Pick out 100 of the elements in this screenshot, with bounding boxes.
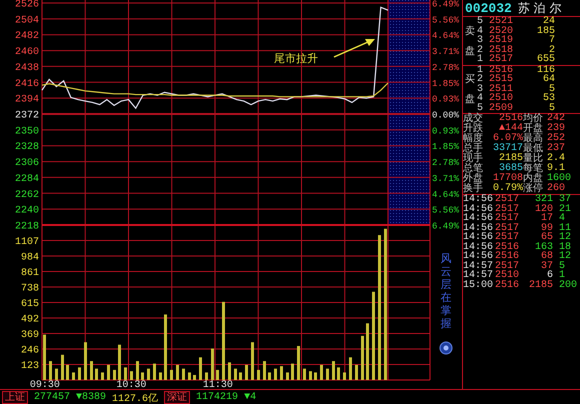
stock-code: 002032: [465, 0, 512, 16]
axis-label: 861: [20, 268, 39, 279]
stat-label: 开盘: [523, 124, 544, 134]
trade-count: 200: [558, 280, 578, 290]
axis-label: 2504: [14, 15, 39, 26]
stat-label: 最低: [523, 144, 544, 154]
volume-bar: [136, 361, 139, 380]
level-number: 1: [477, 66, 484, 75]
volume-bar: [153, 364, 156, 380]
axis-label: 3.71%: [432, 47, 460, 58]
level-number: 1: [477, 55, 484, 64]
trade-volume: 6: [546, 271, 553, 280]
vertical-caption: 风云层在掌握: [440, 252, 452, 330]
trade-time: 14:56: [463, 242, 494, 252]
order-book-label: 买盘: [464, 73, 476, 108]
axis-label: 11:30: [202, 380, 233, 389]
volume-bar: [286, 372, 289, 380]
circle-icon: [440, 342, 452, 354]
order-price: 2518: [489, 46, 514, 55]
axis-label: 1.85%: [432, 142, 460, 152]
stat-label: 现手: [463, 154, 484, 164]
order-volume: 24: [542, 17, 555, 26]
volume-bar: [49, 361, 52, 380]
volume-bar: [164, 314, 167, 380]
volume-bar: [170, 370, 173, 380]
trade-time: 14:57: [463, 262, 494, 271]
stat-value: 2516: [498, 114, 523, 124]
axis-label: 1.85%: [432, 78, 460, 89]
order-volume: 185: [536, 26, 555, 36]
volume-bar: [332, 361, 335, 380]
stat-value: 3685: [498, 164, 523, 174]
trade-volume: 99: [540, 224, 553, 233]
level-number: 2: [477, 46, 484, 55]
trade-price: 2517: [495, 204, 520, 214]
volume-bar: [205, 372, 208, 380]
order-volume: 53: [542, 94, 555, 104]
axis-label: 2460: [14, 47, 39, 58]
trade-count: 12: [558, 233, 572, 242]
market-label: 深证: [164, 391, 190, 404]
axis-label: 492: [20, 314, 39, 326]
volume-bar: [113, 370, 116, 380]
axis-label: 6.49%: [432, 222, 460, 232]
volume-bar: [159, 372, 162, 380]
trade-price: 2517: [495, 233, 520, 242]
axis-label: 2262: [14, 190, 39, 201]
volume-bar: [268, 372, 271, 380]
level-number: 5: [477, 104, 484, 113]
order-volume: 7: [548, 36, 555, 46]
stat-value: 242: [546, 114, 566, 124]
trade-time: 14:56: [463, 214, 494, 224]
stock-name: 苏 泊 尔: [518, 0, 562, 16]
volume-bar: [95, 368, 98, 380]
stat-label: 均价: [523, 114, 544, 124]
axis-label: 2526: [14, 0, 39, 10]
axis-label: 2.78%: [432, 158, 460, 168]
stat-label: 换手: [463, 184, 484, 194]
stat-label: 升跌: [463, 124, 484, 134]
axis-label: 246: [20, 346, 39, 356]
axis-label: 2240: [14, 206, 39, 217]
axis-label: 10:30: [116, 380, 146, 389]
trade-time: 14:56: [463, 195, 494, 204]
market-label: 上证: [2, 391, 28, 404]
volume-bar: [176, 364, 179, 380]
order-volume: 5: [548, 104, 555, 113]
volume-bar: [366, 323, 369, 380]
index-value: 1127.6亿: [112, 392, 158, 404]
axis-label: 2416: [14, 78, 39, 90]
order-volume: 116: [536, 66, 555, 75]
order-volume: 655: [536, 55, 555, 64]
stat-value: 9.1: [546, 164, 566, 174]
axis-label: 984: [20, 252, 39, 264]
order-price: 2516: [489, 66, 514, 75]
axis-label: 0.93%: [432, 126, 460, 136]
order-price: 2517: [489, 55, 514, 64]
volume-bar: [72, 372, 75, 380]
volume-bar: [124, 367, 127, 380]
stat-label: 幅度: [463, 134, 484, 144]
stat-value: 1600: [546, 174, 572, 184]
axis-label: 738: [20, 284, 39, 294]
trade-price: 2517: [495, 214, 520, 224]
index-value: ▼4: [244, 392, 256, 403]
axis-label: 09:30: [30, 380, 60, 389]
stat-value: 0.79%: [492, 184, 523, 194]
volume-bar: [355, 364, 358, 380]
axis-label: 1107: [14, 237, 39, 248]
axis-label: 123: [20, 361, 39, 372]
volume-bar: [320, 364, 323, 380]
level-number: 3: [477, 84, 484, 94]
trade-volume: 37: [540, 262, 553, 271]
order-price: 2520: [489, 26, 514, 36]
volume-bar: [182, 368, 185, 380]
stat-value: 239: [546, 124, 566, 134]
trade-count: 12: [558, 252, 572, 262]
volume-bar: [314, 372, 317, 380]
volume-bar: [245, 364, 248, 380]
volume-bar: [263, 361, 266, 380]
stat-label: 成交: [463, 114, 484, 124]
trade-volume: 163: [534, 242, 553, 252]
trade-time: 14:56: [463, 233, 494, 242]
axis-label: 615: [20, 299, 39, 310]
